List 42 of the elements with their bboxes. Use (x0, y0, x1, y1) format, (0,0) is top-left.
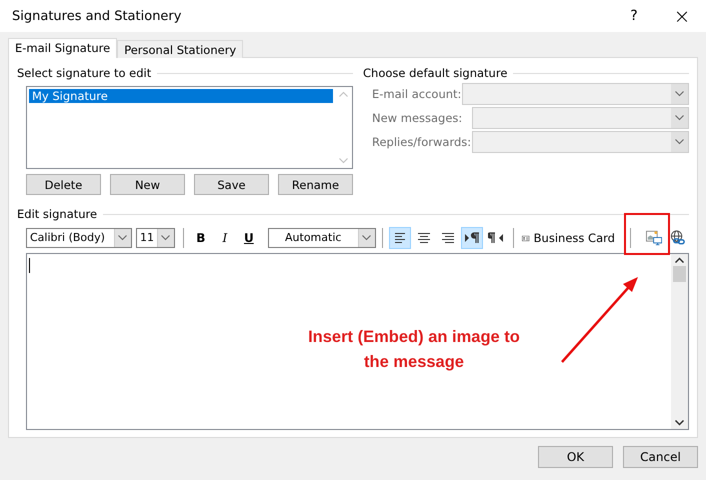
business-card-button[interactable]: Business Card (519, 227, 618, 249)
field-label: Replies/forwards: (372, 135, 472, 149)
field-label: New messages: (372, 111, 464, 125)
signature-button[interactable]: Delete (26, 174, 101, 195)
section-label: Choose default signature (363, 66, 508, 80)
field-label: E-mail account: (372, 87, 462, 101)
signature-list[interactable]: My Signature (26, 86, 353, 169)
section-label: Edit signature (17, 207, 98, 221)
align-center-icon (416, 232, 432, 244)
align-right-icon (440, 232, 456, 244)
scroll-down-icon (339, 158, 348, 164)
annotation-text: Insert (Embed) an image to the message (307, 327, 521, 373)
font-size-dropdown[interactable]: 11 (136, 228, 175, 248)
signature-button[interactable]: Rename (278, 174, 353, 195)
underline-button[interactable]: U (238, 227, 260, 249)
signature-button[interactable]: Save (194, 174, 269, 195)
scroll-up-icon (339, 91, 348, 97)
bold-button[interactable]: B (190, 227, 212, 249)
font-color-dropdown[interactable]: Automatic (268, 228, 376, 248)
font-dropdown[interactable]: Calibri (Body) (26, 228, 132, 248)
scroll-up-icon (675, 257, 684, 263)
globe-link-icon (670, 230, 686, 246)
right-to-left-icon (488, 232, 504, 244)
signature-editor[interactable] (26, 253, 689, 430)
tab[interactable]: Personal Stationery (117, 40, 244, 58)
highlight-box (624, 213, 670, 255)
picture-monitor-icon (646, 230, 662, 246)
tab[interactable]: E-mail Signature (8, 38, 118, 58)
left-to-right-button[interactable] (460, 227, 482, 249)
window-title: Signatures and Stationery (12, 8, 182, 24)
left-to-right-icon (464, 232, 480, 244)
scrollbar-thumb[interactable] (673, 266, 686, 282)
signature-button[interactable]: New (110, 174, 185, 195)
align-left-button[interactable] (388, 227, 410, 249)
help-button[interactable]: ? (610, 8, 658, 24)
scroll-down-icon (675, 420, 684, 426)
signature-item[interactable]: My Signature (29, 89, 333, 103)
section-label: Select signature to edit (17, 66, 152, 80)
dialog-button[interactable]: Cancel (623, 446, 698, 468)
dialog-button[interactable]: OK (538, 446, 613, 468)
italic-button[interactable]: I (214, 227, 236, 249)
close-button[interactable]: × (658, 4, 706, 28)
